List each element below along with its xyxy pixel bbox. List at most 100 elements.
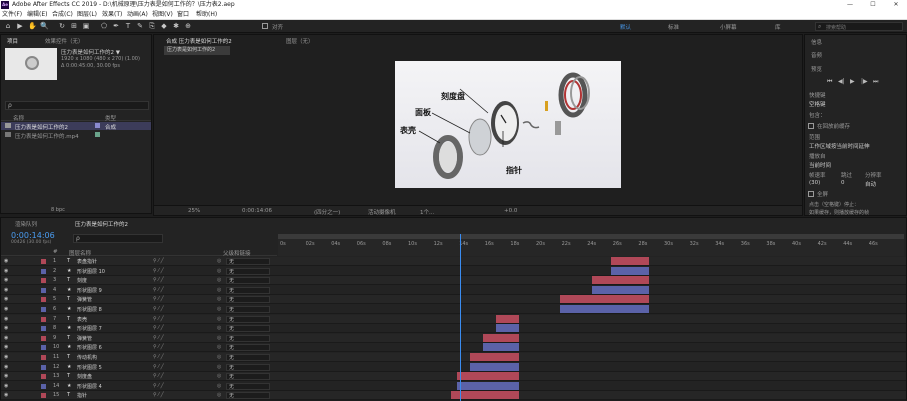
layer-name[interactable]: 表盘指针 — [77, 258, 97, 265]
layer-row[interactable]: ◉ 3 T 刻度 ⚲ ⁄ ╱ ◎ 无 — [1, 276, 906, 286]
parent-select[interactable]: 无 — [226, 334, 270, 342]
layer-row[interactable]: ◉ 6 ★ 形状图层 8 ⚲ ⁄ ╱ ◎ 无 — [1, 305, 906, 314]
shape-tool-icon[interactable]: ⬠ — [100, 22, 108, 30]
layer-switches[interactable]: ⚲ ⁄ ╱ — [153, 354, 164, 360]
layer-duration-bar[interactable] — [559, 295, 650, 304]
home-icon[interactable]: ⌂ — [4, 22, 12, 30]
column-layer-name[interactable]: 图层名称 — [69, 249, 91, 257]
layer-row[interactable]: ◉ 5 T 弹簧管 ⚲ ⁄ ╱ ◎ 无 — [1, 295, 906, 305]
comp-viewer[interactable]: 刻度盘 面板 表壳 指针 — [395, 61, 621, 188]
pick-whip-icon[interactable]: ◎ — [217, 287, 221, 293]
rotate-tool-icon[interactable]: ↻ — [58, 22, 66, 30]
project-item[interactable]: 压力表是如何工作的.mp4 — [1, 131, 151, 140]
label-color-swatch[interactable] — [41, 393, 46, 399]
layer-duration-bar[interactable] — [470, 362, 519, 371]
layer-switches[interactable]: ⚲ ⁄ ╱ — [153, 316, 164, 322]
label-color-swatch[interactable] — [41, 259, 46, 264]
label-color-swatch[interactable] — [41, 307, 46, 312]
visibility-eye-icon[interactable]: ◉ — [4, 258, 8, 264]
layer-switches[interactable]: ⚲ ⁄ ╱ — [153, 383, 164, 389]
layer-duration-bar[interactable] — [482, 343, 519, 352]
layer-duration-bar[interactable] — [591, 285, 650, 294]
bit-depth[interactable]: 8 bpc — [51, 207, 65, 213]
menu-composition[interactable]: 合成(C) — [52, 10, 73, 20]
roto-brush-tool-icon[interactable]: ✱ — [172, 22, 180, 30]
layer-row[interactable]: ◉ 9 T 弹簧管 ⚲ ⁄ ╱ ◎ 无 — [1, 333, 906, 343]
layer-row[interactable]: ◉ 10 ★ 形状图层 6 ⚲ ⁄ ╱ ◎ 无 — [1, 343, 906, 353]
pick-whip-icon[interactable]: ◎ — [217, 383, 221, 389]
layer-name[interactable]: 传动机构 — [77, 354, 97, 361]
pick-whip-icon[interactable]: ◎ — [217, 306, 221, 312]
layer-row[interactable]: ◉ 1 T 表盘指针 ⚲ ⁄ ╱ ◎ 无 — [1, 257, 906, 266]
zoom-tool-icon[interactable]: 🔍 — [40, 22, 49, 30]
clone-stamp-tool-icon[interactable]: ⎘ — [148, 22, 156, 30]
layer-switches[interactable]: ⚲ ⁄ ╱ — [153, 258, 164, 264]
layer-row[interactable]: ◉ 14 ★ 形状图层 4 ⚲ ⁄ ╱ ◎ 无 — [1, 381, 906, 391]
layer-name[interactable]: 表壳 — [77, 316, 87, 323]
layer-row[interactable]: ◉ 8 ★ 形状图层 7 ⚲ ⁄ ╱ ◎ 无 — [1, 324, 906, 334]
layer-switches[interactable]: ⚲ ⁄ ╱ — [153, 335, 164, 341]
layer-switches[interactable]: ⚲ ⁄ ╱ — [153, 392, 164, 398]
parent-select[interactable]: 无 — [226, 363, 270, 371]
visibility-eye-icon[interactable]: ◉ — [4, 354, 8, 360]
layer-name[interactable]: 形状图层 6 — [77, 344, 102, 351]
pick-whip-icon[interactable]: ◎ — [217, 335, 221, 341]
label-color-swatch[interactable] — [41, 297, 46, 303]
layer-switches[interactable]: ⚲ ⁄ ╱ — [153, 344, 164, 350]
label-color-swatch[interactable] — [41, 355, 46, 360]
tab-audio[interactable]: 音频 — [811, 51, 822, 59]
range-select[interactable]: 工作区域按当前时间延伸 — [809, 142, 870, 150]
layer-row[interactable]: ◉ 13 T 刻度盘 ⚲ ⁄ ╱ ◎ 无 — [1, 372, 906, 382]
play-button[interactable]: ▶ — [850, 78, 855, 85]
last-frame-button[interactable]: ⏭ — [873, 78, 878, 86]
views-select[interactable]: 1个... — [420, 208, 434, 216]
pick-whip-icon[interactable]: ◎ — [217, 354, 221, 360]
tab-info[interactable]: 信息 — [811, 38, 822, 46]
pick-whip-icon[interactable]: ◎ — [217, 373, 221, 379]
layer-row[interactable]: ◉ 12 ★ 形状图层 5 ⚲ ⁄ ╱ ◎ 无 — [1, 362, 906, 372]
visibility-eye-icon[interactable]: ◉ — [4, 373, 8, 379]
layer-name[interactable]: 弹簧管 — [77, 296, 92, 303]
parent-select[interactable]: 无 — [226, 373, 270, 381]
layer-row[interactable]: ◉ 7 T 表壳 ⚲ ⁄ ╱ ◎ 无 — [1, 314, 906, 324]
menu-animation[interactable]: 动画(A) — [127, 10, 148, 20]
layer-name[interactable]: 形状图层 10 — [77, 268, 105, 275]
pick-whip-icon[interactable]: ◎ — [217, 364, 221, 370]
workspace-libraries[interactable]: 库 — [775, 23, 781, 31]
hand-tool-icon[interactable]: ✋ — [28, 22, 37, 30]
layer-row[interactable]: ◉ 2 ★ 形状图层 10 ⚲ ⁄ ╱ ◎ 无 — [1, 266, 906, 276]
camera-select[interactable]: 活动摄像机 — [368, 208, 396, 216]
menu-file[interactable]: 文件(F) — [2, 10, 22, 20]
layer-name[interactable]: 形状图层 8 — [77, 306, 102, 313]
pick-whip-icon[interactable]: ◎ — [217, 316, 221, 322]
tab-effect-controls[interactable]: 效果控件（无） — [45, 37, 84, 45]
parent-select[interactable]: 无 — [226, 286, 270, 294]
label-color-swatch[interactable] — [41, 374, 46, 380]
layer-switches[interactable]: ⚲ ⁄ ╱ — [153, 277, 164, 283]
minimize-button[interactable]: — — [839, 0, 861, 10]
visibility-eye-icon[interactable]: ◉ — [4, 296, 8, 302]
pick-whip-icon[interactable]: ◎ — [217, 258, 221, 264]
type-tool-icon[interactable]: T — [124, 22, 132, 30]
parent-select[interactable]: 无 — [226, 344, 270, 352]
puppet-tool-icon[interactable]: ⊕ — [184, 22, 192, 30]
label-color-swatch[interactable] — [95, 132, 100, 137]
column-number[interactable]: # — [53, 249, 58, 255]
layer-duration-bar[interactable] — [457, 381, 519, 390]
comp-timecode[interactable]: 0:00:14:06 — [242, 208, 272, 214]
parent-select[interactable]: 无 — [226, 306, 270, 313]
visibility-eye-icon[interactable]: ◉ — [4, 306, 8, 312]
layer-name[interactable]: 形状图层 4 — [77, 383, 102, 390]
label-color-swatch[interactable] — [41, 383, 46, 389]
layer-switches[interactable]: ⚲ ⁄ ╱ — [153, 306, 164, 312]
maximize-button[interactable]: ☐ — [862, 0, 884, 10]
visibility-eye-icon[interactable]: ◉ — [4, 287, 8, 293]
visibility-eye-icon[interactable]: ◉ — [4, 277, 8, 283]
pick-whip-icon[interactable]: ◎ — [217, 344, 221, 350]
tab-preview[interactable]: 预览 — [811, 65, 822, 73]
play-from-select[interactable]: 当前时间 — [809, 161, 831, 169]
column-type[interactable]: 类型 — [105, 114, 116, 122]
label-color-swatch[interactable] — [41, 345, 46, 351]
layer-row[interactable]: ◉ 11 T 传动机构 ⚲ ⁄ ╱ ◎ 无 — [1, 353, 906, 362]
tab-project[interactable]: 项目 — [7, 37, 18, 45]
